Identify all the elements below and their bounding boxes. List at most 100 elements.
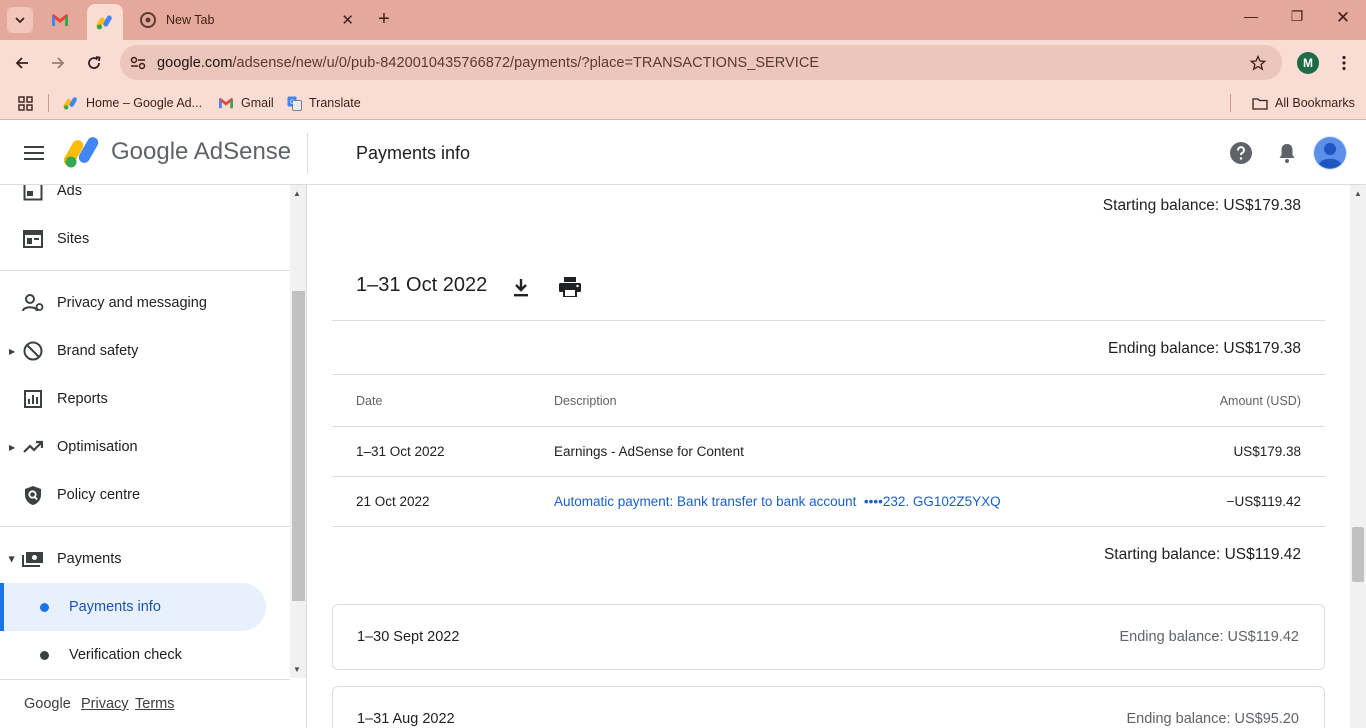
- download-button[interactable]: [509, 275, 533, 299]
- divider: [332, 320, 1325, 321]
- sidebar-item-brand-safety[interactable]: ▶ Brand safety: [0, 327, 290, 375]
- sidebar-item-optimisation[interactable]: ▶ Optimisation: [0, 423, 290, 471]
- address-bar[interactable]: google.com/adsense/new/u/0/pub-842001043…: [120, 45, 1282, 80]
- forward-button[interactable]: [46, 51, 70, 75]
- footer-google: Google: [24, 696, 71, 712]
- sidebar-item-verification-check[interactable]: Verification check: [0, 631, 266, 679]
- sidebar-divider: [0, 270, 290, 271]
- column-header-date: Date: [356, 394, 383, 408]
- bookmark-label: Home – Google Ad...: [86, 96, 203, 110]
- period-card-title: 1–30 Sept 2022: [357, 629, 460, 645]
- url-path: /adsense/new/u/0/pub-8420010435766872/pa…: [232, 54, 820, 71]
- payments-transactions: Starting balance: US$179.38 1–31 Oct 202…: [308, 185, 1366, 728]
- period-card-title: 1–31 Aug 2022: [357, 711, 455, 727]
- print-button[interactable]: [557, 275, 583, 299]
- help-button[interactable]: [1228, 140, 1254, 166]
- bookmark-translate[interactable]: G Translate: [287, 93, 361, 113]
- period-card[interactable]: 1–31 Aug 2022 Ending balance: US$95.20: [332, 686, 1325, 728]
- url-host: google.com: [157, 54, 233, 71]
- main-menu-button[interactable]: [20, 141, 48, 165]
- sidebar-item-label: Payments: [57, 551, 122, 567]
- bullet-icon: [40, 602, 49, 612]
- sidebar-item-payments[interactable]: ▶ Payments: [0, 535, 290, 583]
- trending-icon: [22, 436, 44, 458]
- sidebar-item-ads[interactable]: Ads: [0, 185, 290, 215]
- sidebar-item-label: Policy centre: [57, 487, 141, 503]
- help-icon: [1230, 142, 1252, 164]
- apps-grid-icon: [18, 95, 33, 111]
- main-scrollbar-thumb[interactable]: [1352, 527, 1364, 582]
- main-scrollbar[interactable]: [1350, 185, 1366, 728]
- account-circle-icon: [1314, 137, 1346, 169]
- browser-tab-bar: New Tab ✕ + — ❐ ✕: [0, 0, 1366, 40]
- svg-text:G: G: [290, 99, 295, 106]
- notifications-button[interactable]: [1274, 140, 1300, 166]
- period-card-ending-balance: Ending balance: US$119.42: [1119, 629, 1299, 645]
- scroll-down-icon[interactable]: ▼: [293, 665, 301, 674]
- close-icon[interactable]: ✕: [341, 11, 354, 29]
- arrow-right-icon: [52, 57, 65, 69]
- tab-gmail-pinned[interactable]: [42, 4, 78, 36]
- reports-icon: [22, 388, 44, 410]
- chevron-down-icon: [15, 17, 25, 24]
- caret-down-icon: ▶: [7, 555, 17, 563]
- payment-link[interactable]: Automatic payment: Bank transfer to bank…: [554, 494, 1001, 509]
- folder-icon: [1252, 97, 1268, 110]
- minimize-button[interactable]: —: [1236, 8, 1266, 32]
- sidebar-item-policy-centre[interactable]: Policy centre: [0, 471, 290, 519]
- row-amount: US$179.38: [1233, 444, 1301, 459]
- tab-new-tab[interactable]: New Tab ✕: [128, 4, 366, 36]
- divider: [332, 476, 1325, 477]
- close-window-button[interactable]: ✕: [1328, 8, 1358, 32]
- sidebar-item-label: Brand safety: [57, 343, 139, 359]
- app-bar-divider: [307, 133, 308, 173]
- more-vert-icon: [1342, 55, 1346, 71]
- star-icon[interactable]: [1250, 54, 1266, 71]
- ending-balance: Ending balance: US$179.38: [1107, 340, 1301, 357]
- caret-right-icon: ▶: [9, 346, 16, 356]
- sidebar-item-privacy[interactable]: Privacy and messaging: [0, 279, 290, 327]
- bookmarks-divider: [48, 94, 49, 112]
- privacy-icon: [22, 292, 44, 314]
- sidebar-item-reports[interactable]: Reports: [0, 375, 290, 423]
- gmail-icon: [219, 97, 233, 109]
- download-icon: [514, 278, 528, 296]
- bookmark-gmail[interactable]: Gmail: [218, 93, 274, 113]
- tab-adsense-pinned[interactable]: [87, 4, 123, 40]
- column-header-amount: Amount (USD): [1219, 394, 1301, 408]
- sidebar-item-sites[interactable]: Sites: [0, 215, 290, 263]
- starting-balance: Starting balance: US$179.38: [1102, 197, 1301, 214]
- apps-button[interactable]: [18, 93, 33, 113]
- footer-privacy-link[interactable]: Privacy: [81, 696, 129, 712]
- sidebar-item-label: Sites: [57, 231, 90, 247]
- restore-button[interactable]: ❐: [1282, 8, 1312, 32]
- bookmark-adsense-home[interactable]: Home – Google Ad...: [63, 93, 202, 113]
- period-card[interactable]: 1–30 Sept 2022 Ending balance: US$119.42: [332, 604, 1325, 670]
- divider: [332, 426, 1325, 427]
- scroll-up-icon[interactable]: ▲: [1354, 189, 1362, 198]
- sidebar-item-payments-info[interactable]: Payments info: [0, 583, 266, 631]
- account-avatar[interactable]: [1313, 136, 1347, 170]
- row-amount: −US$119.42: [1226, 494, 1301, 509]
- sidebar-footer: Google Privacy Terms: [0, 679, 290, 728]
- all-bookmarks-button[interactable]: All Bookmarks: [1252, 93, 1355, 113]
- tab-title: New Tab: [166, 13, 215, 27]
- arrow-left-icon: [15, 57, 28, 69]
- row-description: Earnings - AdSense for Content: [554, 444, 744, 459]
- adsense-icon: [96, 15, 112, 30]
- translate-icon: G: [287, 96, 302, 111]
- scroll-up-icon[interactable]: ▲: [293, 189, 301, 198]
- tab-search-button[interactable]: [7, 7, 33, 33]
- bell-icon: [1279, 144, 1295, 163]
- footer-terms-link[interactable]: Terms: [135, 696, 174, 712]
- reload-button[interactable]: [82, 51, 106, 75]
- sidebar-item-label: Optimisation: [57, 439, 138, 455]
- sidebar-scrollbar-thumb[interactable]: [292, 291, 305, 601]
- back-button[interactable]: [10, 51, 34, 75]
- block-icon: [22, 340, 44, 362]
- sites-icon: [22, 228, 44, 250]
- new-tab-button[interactable]: +: [372, 8, 396, 32]
- profile-avatar[interactable]: M: [1297, 52, 1319, 74]
- browser-menu-button[interactable]: [1332, 51, 1356, 75]
- browser-toolbar: google.com/adsense/new/u/0/pub-842001043…: [0, 40, 1366, 86]
